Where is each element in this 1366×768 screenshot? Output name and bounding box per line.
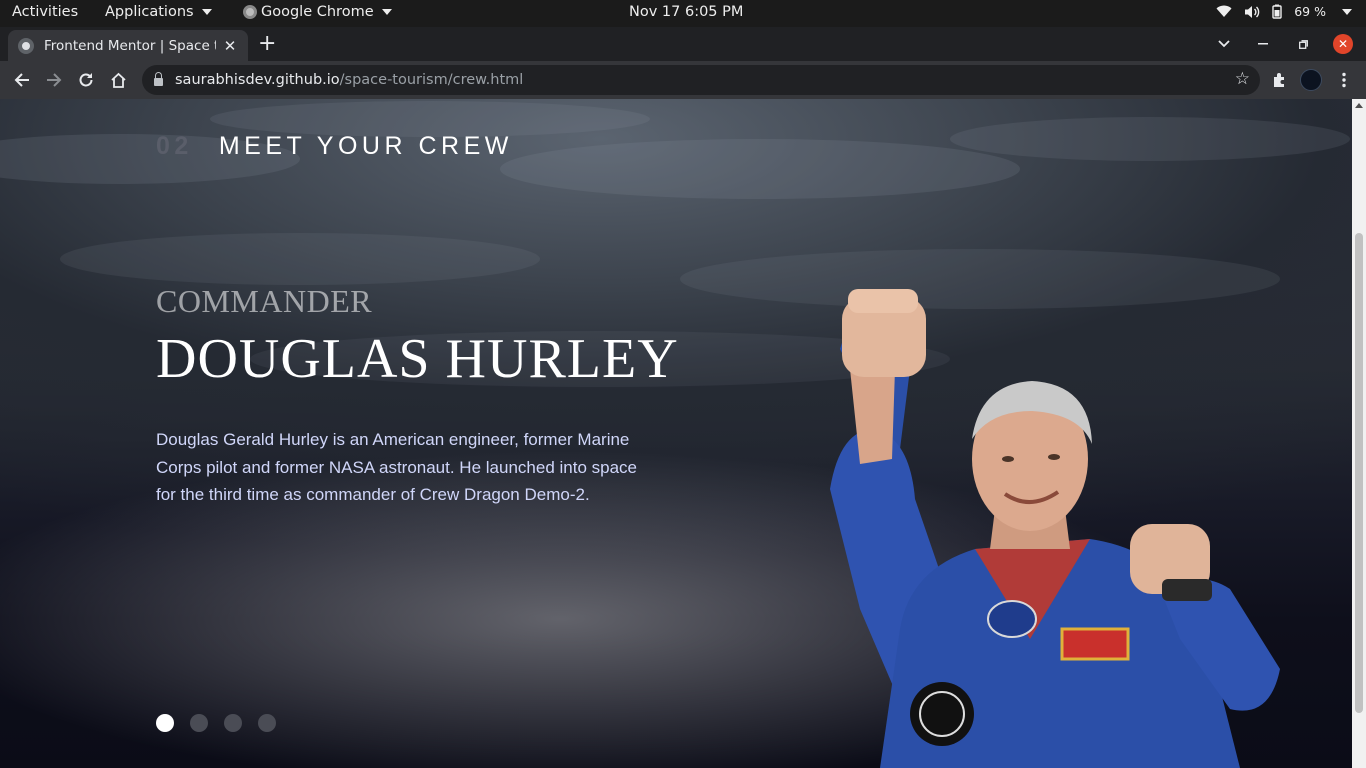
chevron-down-icon: [1218, 40, 1230, 48]
url-host: saurabhisdev.github.io: [175, 72, 340, 88]
os-top-bar: Activities Applications Google Chrome No…: [0, 0, 1366, 27]
applications-label: Applications: [105, 4, 194, 20]
battery-percent: 69 %: [1294, 4, 1326, 19]
url-path: /space-tourism/crew.html: [339, 72, 524, 88]
crew-name: DOUGLAS HURLEY: [156, 328, 679, 390]
reload-button[interactable]: [74, 68, 98, 92]
minimize-button[interactable]: [1248, 29, 1278, 59]
minimize-icon: [1258, 43, 1268, 45]
scroll-up-icon[interactable]: [1355, 103, 1363, 108]
reload-icon: [79, 73, 93, 87]
maximize-button[interactable]: [1288, 29, 1318, 59]
crew-member-image: [830, 289, 1280, 768]
more-vertical-icon: [1342, 72, 1346, 88]
app-menu-label: Google Chrome: [261, 4, 374, 20]
extensions-button[interactable]: [1268, 68, 1292, 92]
arrow-left-icon: [14, 73, 29, 87]
new-tab-button[interactable]: +: [258, 30, 276, 58]
tab-strip: Frontend Mentor | Space tourism website …: [0, 27, 1366, 61]
tab-search-button[interactable]: [1209, 29, 1239, 59]
browser-toolbar: saurabhisdev.github.io/space-tourism/cre…: [0, 61, 1366, 99]
favicon-icon: [18, 37, 34, 54]
restore-icon: [1298, 39, 1308, 49]
home-button[interactable]: [106, 68, 130, 92]
volume-icon: [1245, 5, 1260, 18]
applications-menu[interactable]: Applications: [105, 4, 212, 20]
home-icon: [110, 72, 126, 88]
address-bar[interactable]: saurabhisdev.github.io/space-tourism/cre…: [142, 65, 1260, 95]
clock-label: Nov 17 6:05 PM: [629, 4, 744, 20]
crew-page: 02 MEET YOUR CREW COMMANDER DOUGLAS HURL…: [0, 99, 1352, 768]
chevron-down-icon: [381, 9, 392, 15]
profile-avatar[interactable]: [1300, 69, 1322, 91]
page-heading: 02 MEET YOUR CREW: [156, 132, 513, 161]
slider-dot-4[interactable]: [258, 714, 276, 732]
close-window-button[interactable]: ✕: [1328, 29, 1358, 59]
crew-bio: Douglas Gerald Hurley is an American eng…: [156, 430, 637, 504]
slider-dot-3[interactable]: [224, 714, 242, 732]
forward-button[interactable]: [42, 68, 66, 92]
close-tab-icon[interactable]: ✕: [222, 37, 238, 55]
activities-label: Activities: [12, 4, 79, 20]
crew-role: COMMANDER: [156, 283, 373, 319]
bookmark-star-icon[interactable]: ☆: [1235, 69, 1250, 89]
page-scrollbar[interactable]: [1352, 99, 1366, 768]
slider-dot-1[interactable]: [156, 714, 174, 732]
section-title: MEET YOUR CREW: [218, 132, 513, 160]
tab-title: Frontend Mentor | Space tourism website: [44, 37, 216, 54]
battery-icon: [1272, 4, 1282, 19]
back-button[interactable]: [10, 68, 34, 92]
section-number: 02: [156, 132, 193, 160]
chrome-menu-button[interactable]: [1332, 68, 1356, 92]
puzzle-icon: [1274, 73, 1284, 87]
clock[interactable]: Nov 17 6:05 PM: [629, 4, 743, 20]
browser-tab[interactable]: Frontend Mentor | Space tourism website …: [8, 30, 248, 61]
close-icon: ✕: [1333, 34, 1353, 54]
crew-slider-dots: [156, 714, 276, 732]
chrome-icon: [243, 5, 257, 19]
activities-button[interactable]: Activities: [12, 4, 78, 20]
chevron-down-icon: [1342, 8, 1352, 15]
app-menu[interactable]: Google Chrome: [243, 4, 392, 20]
system-tray[interactable]: 69 %: [1216, 4, 1352, 19]
scrollbar-thumb[interactable]: [1355, 233, 1363, 713]
slider-dot-2[interactable]: [190, 714, 208, 732]
lock-icon[interactable]: [154, 72, 163, 86]
wifi-icon: [1216, 5, 1232, 17]
arrow-right-icon: [47, 73, 62, 87]
chevron-down-icon: [201, 9, 212, 15]
